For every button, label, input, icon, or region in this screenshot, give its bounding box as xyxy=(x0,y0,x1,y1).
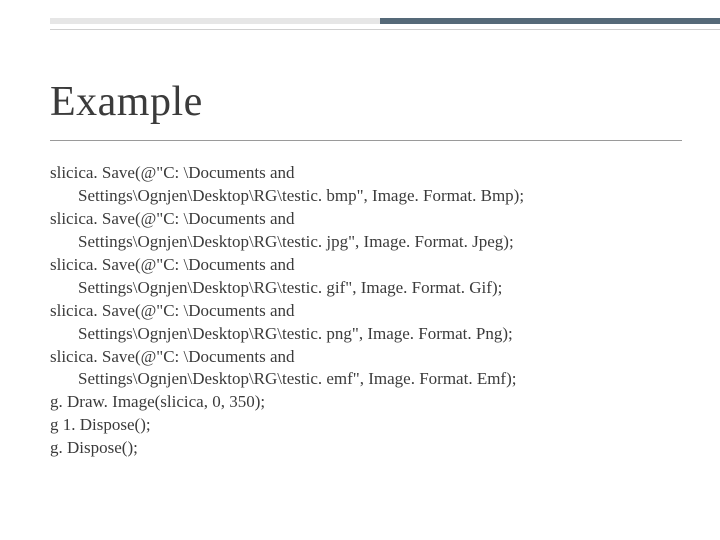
code-line: slicica. Save(@"C: \Documents and xyxy=(50,162,678,185)
code-line: Settings\Ognjen\Desktop\RG\testic. emf",… xyxy=(78,368,678,391)
code-line: slicica. Save(@"C: \Documents and xyxy=(50,254,678,277)
code-line: slicica. Save(@"C: \Documents and xyxy=(50,208,678,231)
slide-title: Example xyxy=(50,78,203,126)
code-line: g. Draw. Image(slicica, 0, 350); xyxy=(50,391,678,414)
header-thin-line xyxy=(50,29,720,30)
code-line: slicica. Save(@"C: \Documents and xyxy=(50,300,678,323)
title-underline xyxy=(50,140,682,141)
code-line: slicica. Save(@"C: \Documents and xyxy=(50,346,678,369)
code-line: g. Dispose(); xyxy=(50,437,678,460)
code-line: g 1. Dispose(); xyxy=(50,414,678,437)
code-line: Settings\Ognjen\Desktop\RG\testic. png",… xyxy=(78,323,678,346)
code-body: slicica. Save(@"C: \Documents and Settin… xyxy=(50,162,678,460)
header-accent-bar xyxy=(380,18,720,24)
code-line: Settings\Ognjen\Desktop\RG\testic. gif",… xyxy=(78,277,678,300)
slide: Example slicica. Save(@"C: \Documents an… xyxy=(0,0,720,540)
code-line: Settings\Ognjen\Desktop\RG\testic. jpg",… xyxy=(78,231,678,254)
code-line: Settings\Ognjen\Desktop\RG\testic. bmp",… xyxy=(78,185,678,208)
